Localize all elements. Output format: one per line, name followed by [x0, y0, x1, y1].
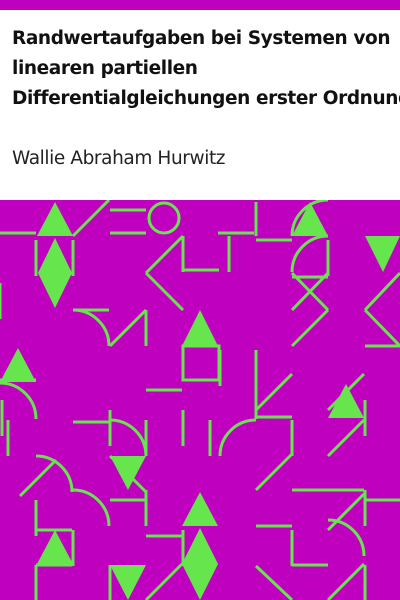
title-line-2: linearen partiellen	[12, 58, 198, 79]
top-accent-bar	[0, 0, 400, 10]
title-line-1: Randwertaufgaben bei Systemen von	[12, 28, 391, 49]
book-title: Randwertaufgaben bei Systemen von linear…	[12, 24, 400, 114]
title-line-3: Differentialgleichungen erster Ordnung	[12, 88, 400, 109]
book-cover: Randwertaufgaben bei Systemen von linear…	[0, 0, 400, 600]
cover-pattern	[0, 200, 400, 600]
book-author: Wallie Abraham Hurwitz	[12, 148, 226, 169]
